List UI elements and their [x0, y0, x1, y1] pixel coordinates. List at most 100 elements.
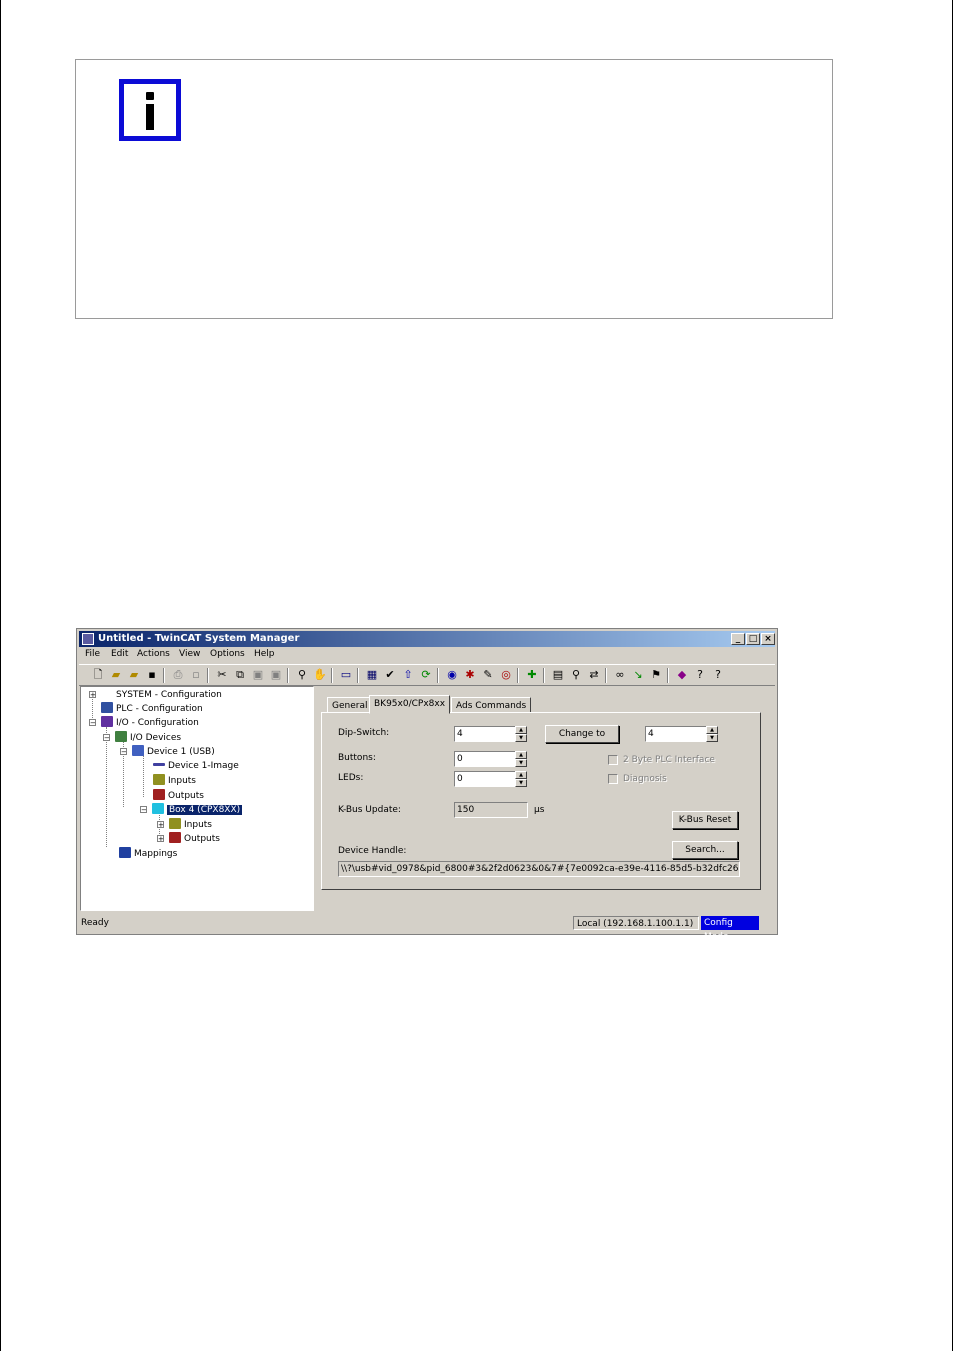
- mouse-icon[interactable]: ✋: [313, 668, 327, 682]
- title-bar[interactable]: Untitled - TwinCAT System Manager _ □ ×: [79, 631, 775, 647]
- tab-general[interactable]: General: [327, 697, 373, 713]
- expand-icon[interactable]: +: [89, 691, 96, 699]
- cut-icon[interactable]: ✂: [215, 668, 229, 682]
- help-pointer-icon[interactable]: ?: [711, 668, 725, 682]
- status-bar: Ready Local (192.168.1.100.1.1) Config M…: [79, 915, 775, 942]
- close-button[interactable]: ×: [761, 633, 775, 645]
- dip-switch-spinner[interactable]: ▲ ▼: [515, 726, 527, 742]
- scan-icon[interactable]: ✱: [463, 668, 477, 682]
- device-handle-field[interactable]: \\?\usb#vid_0978&pid_6800#3&2f2d0623&0&7…: [338, 861, 740, 877]
- tree-item-inputs[interactable]: Inputs: [153, 774, 196, 787]
- search-button[interactable]: Search...: [672, 841, 738, 859]
- outputs-icon: [153, 789, 165, 800]
- kbus-reset-button[interactable]: K-Bus Reset: [672, 811, 738, 829]
- add-icon[interactable]: ✚: [525, 668, 539, 682]
- open-project-icon[interactable]: ▰: [127, 668, 141, 682]
- find-icon[interactable]: ⚲: [295, 668, 309, 682]
- diagnosis-label: Diagnosis: [623, 774, 667, 784]
- zoom-icon[interactable]: ⚲: [569, 668, 583, 682]
- help-icon[interactable]: ?: [693, 668, 707, 682]
- toggle-icon[interactable]: ⇄: [587, 668, 601, 682]
- tree-item-outputs[interactable]: Outputs: [153, 789, 204, 802]
- book-icon[interactable]: ◆: [675, 668, 689, 682]
- note-box: [75, 59, 833, 319]
- tree-item-plc[interactable]: PLC - Configuration: [89, 702, 203, 715]
- expand-icon[interactable]: +: [157, 835, 164, 843]
- change-to-spinner[interactable]: ▲ ▼: [706, 726, 718, 742]
- tab-ads-commands[interactable]: Ads Commands: [451, 697, 532, 713]
- tree-item-io-devices[interactable]: − I/O Devices: [103, 731, 181, 744]
- open-icon[interactable]: ▰: [109, 668, 123, 682]
- outputs-icon: [169, 832, 181, 843]
- tab-bk95x0[interactable]: BK95x0/CPx8xx: [369, 695, 451, 714]
- page-border-right: [952, 0, 953, 1351]
- two-byte-plc-checkbox[interactable]: [608, 755, 618, 765]
- image-icon: [153, 763, 165, 766]
- activate-config-icon[interactable]: ⇧: [401, 668, 415, 682]
- menu-options[interactable]: Options: [210, 649, 245, 659]
- tree-item-box-inputs[interactable]: + Inputs: [157, 818, 212, 831]
- generate-mappings-icon[interactable]: ▦: [365, 668, 379, 682]
- collapse-icon[interactable]: −: [120, 748, 127, 756]
- print-icon[interactable]: ⎙: [171, 668, 185, 682]
- print-preview-icon[interactable]: ▫: [189, 668, 203, 682]
- leds-label: LEDs:: [338, 773, 364, 783]
- tree-item-device1-image[interactable]: Device 1-Image: [153, 760, 239, 773]
- menu-help[interactable]: Help: [254, 649, 275, 659]
- collapse-icon[interactable]: −: [140, 806, 147, 814]
- paste-with-links-icon[interactable]: ▣: [269, 668, 283, 682]
- menu-view[interactable]: View: [179, 649, 200, 659]
- kbus-update-label: K-Bus Update:: [338, 805, 401, 815]
- menu-file[interactable]: File: [85, 649, 100, 659]
- twincat-window: Untitled - TwinCAT System Manager _ □ × …: [76, 628, 778, 942]
- paste-icon[interactable]: ▣: [251, 668, 265, 682]
- change-to-field[interactable]: 4: [645, 726, 707, 742]
- force-icon[interactable]: ⚑: [649, 668, 663, 682]
- system-icon: [101, 688, 113, 699]
- restart-icon[interactable]: ⟳: [419, 668, 433, 682]
- io-icon: [101, 716, 113, 727]
- tab-page: Dip-Switch: 4 ▲ ▼ Change to 4 ▲ ▼ Buttons:…: [321, 712, 761, 890]
- network-icon[interactable]: ◉: [445, 668, 459, 682]
- tree-item-box4[interactable]: − Box 4 (CPX8XX): [140, 803, 243, 816]
- maximize-button[interactable]: □: [746, 633, 760, 645]
- new-file-icon[interactable]: 🗋: [91, 668, 105, 682]
- list-icon[interactable]: ▤: [551, 668, 565, 682]
- plc-icon: [101, 702, 113, 713]
- window-title: Untitled - TwinCAT System Manager: [98, 633, 300, 644]
- menu-actions[interactable]: Actions: [137, 649, 170, 659]
- buttons-spinner[interactable]: ▲ ▼: [515, 751, 527, 767]
- tree-item-box-outputs[interactable]: + Outputs: [157, 832, 220, 845]
- tree-pane: + SYSTEM - Configuration PLC - Configura…: [80, 686, 314, 911]
- tree-item-device1[interactable]: − Device 1 (USB): [120, 745, 215, 758]
- dip-switch-label: Dip-Switch:: [338, 728, 390, 738]
- tree-item-mappings[interactable]: Mappings: [119, 847, 177, 860]
- target-system-icon[interactable]: ▭: [339, 668, 353, 682]
- menu-edit[interactable]: Edit: [111, 649, 128, 659]
- copy-icon[interactable]: ⧉: [233, 668, 247, 682]
- dip-switch-field[interactable]: 4: [454, 726, 516, 742]
- inputs-icon: [153, 774, 165, 785]
- status-address: Local (192.168.1.100.1.1): [573, 916, 699, 930]
- two-byte-plc-label: 2 Byte PLC Interface: [623, 755, 715, 765]
- leds-field[interactable]: 0: [454, 771, 516, 787]
- reset-icon[interactable]: ◎: [499, 668, 513, 682]
- info-icon: [119, 79, 181, 141]
- wizard-icon[interactable]: ✎: [481, 668, 495, 682]
- glasses-icon[interactable]: ∞: [613, 668, 627, 682]
- diagnosis-checkbox[interactable]: [608, 774, 618, 784]
- io-devices-icon: [115, 731, 127, 742]
- leds-spinner[interactable]: ▲ ▼: [515, 771, 527, 787]
- minimize-button[interactable]: _: [731, 633, 745, 645]
- write-icon[interactable]: ↘: [631, 668, 645, 682]
- buttons-field[interactable]: 0: [454, 751, 516, 767]
- change-to-button[interactable]: Change to: [545, 725, 619, 743]
- check-icon[interactable]: ✔: [383, 668, 397, 682]
- collapse-icon[interactable]: −: [89, 719, 96, 727]
- status-ready: Ready: [81, 918, 109, 928]
- expand-icon[interactable]: +: [157, 821, 164, 829]
- tree-item-system[interactable]: + SYSTEM - Configuration: [89, 688, 222, 701]
- save-icon[interactable]: ▪: [145, 668, 159, 682]
- collapse-icon[interactable]: −: [103, 734, 110, 742]
- tree-item-io[interactable]: − I/O - Configuration: [89, 716, 199, 729]
